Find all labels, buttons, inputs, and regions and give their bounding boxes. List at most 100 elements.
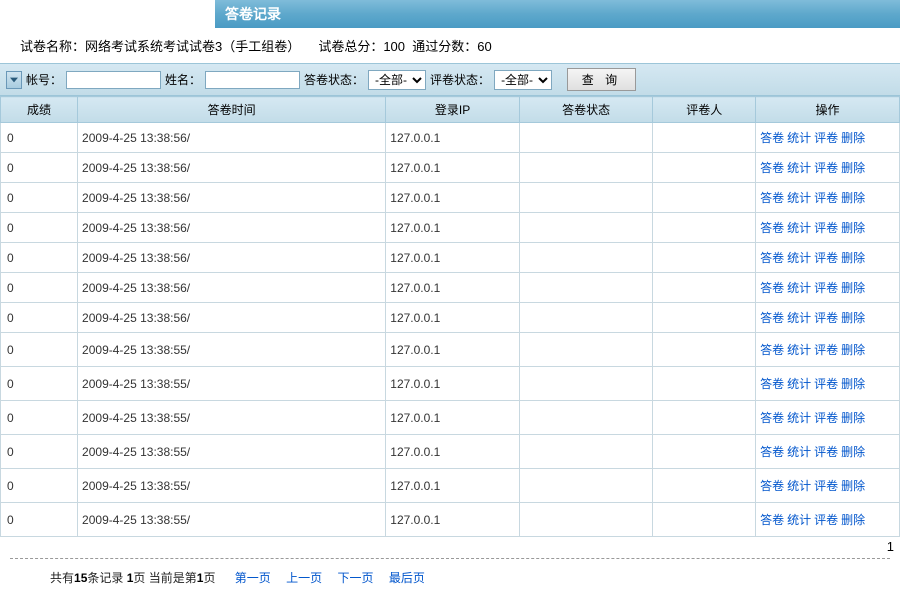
op-stat[interactable]: 统计: [787, 343, 811, 357]
op-answer[interactable]: 答卷: [760, 191, 784, 205]
col-ip: 登录IP: [386, 97, 520, 123]
op-grade[interactable]: 评卷: [814, 131, 838, 145]
col-grader: 评卷人: [653, 97, 756, 123]
pager-count: 15: [74, 571, 87, 585]
op-grade[interactable]: 评卷: [814, 161, 838, 175]
pager-right-num: 1: [887, 539, 894, 554]
paper-label: 试卷名称：: [20, 39, 85, 54]
cell-score: 0: [1, 213, 78, 243]
op-del[interactable]: 删除: [841, 445, 865, 459]
op-stat[interactable]: 统计: [787, 131, 811, 145]
op-stat[interactable]: 统计: [787, 221, 811, 235]
cell-op: 答卷统计评卷删除: [756, 401, 900, 435]
cell-score: 0: [1, 503, 78, 537]
op-grade[interactable]: 评卷: [814, 251, 838, 265]
op-grade[interactable]: 评卷: [814, 281, 838, 295]
pass-value: 60: [477, 39, 491, 54]
table-row: 02009-4-25 13:38:56/127.0.0.1答卷统计评卷删除: [1, 153, 900, 183]
table-row: 02009-4-25 13:38:55/127.0.0.1答卷统计评卷删除: [1, 469, 900, 503]
op-del[interactable]: 删除: [841, 251, 865, 265]
op-answer[interactable]: 答卷: [760, 479, 784, 493]
cell-op: 答卷统计评卷删除: [756, 273, 900, 303]
op-del[interactable]: 删除: [841, 221, 865, 235]
op-del[interactable]: 删除: [841, 311, 865, 325]
table-row: 02009-4-25 13:38:56/127.0.0.1答卷统计评卷删除: [1, 123, 900, 153]
cell-status: [519, 183, 653, 213]
op-answer[interactable]: 答卷: [760, 445, 784, 459]
op-del[interactable]: 删除: [841, 131, 865, 145]
op-grade[interactable]: 评卷: [814, 343, 838, 357]
op-del[interactable]: 删除: [841, 281, 865, 295]
op-stat[interactable]: 统计: [787, 251, 811, 265]
cell-grader: [653, 503, 756, 537]
op-stat[interactable]: 统计: [787, 281, 811, 295]
table-row: 02009-4-25 13:38:55/127.0.0.1答卷统计评卷删除: [1, 435, 900, 469]
pager-first[interactable]: 第一页: [235, 571, 271, 585]
op-stat[interactable]: 统计: [787, 191, 811, 205]
op-answer[interactable]: 答卷: [760, 281, 784, 295]
op-del[interactable]: 删除: [841, 377, 865, 391]
op-del[interactable]: 删除: [841, 513, 865, 527]
op-del[interactable]: 删除: [841, 479, 865, 493]
query-button[interactable]: 查 询: [567, 68, 636, 91]
op-answer[interactable]: 答卷: [760, 161, 784, 175]
cell-time: 2009-4-25 13:38:55/: [78, 367, 386, 401]
op-grade[interactable]: 评卷: [814, 479, 838, 493]
op-stat[interactable]: 统计: [787, 311, 811, 325]
op-grade[interactable]: 评卷: [814, 445, 838, 459]
op-stat[interactable]: 统计: [787, 513, 811, 527]
op-answer[interactable]: 答卷: [760, 311, 784, 325]
op-stat[interactable]: 统计: [787, 411, 811, 425]
op-stat[interactable]: 统计: [787, 479, 811, 493]
total-value: 100: [383, 39, 405, 54]
op-grade[interactable]: 评卷: [814, 513, 838, 527]
info-bar: 试卷名称：网络考试系统考试试卷3（手工组卷） 试卷总分：100 通过分数：60: [0, 28, 900, 63]
cell-time: 2009-4-25 13:38:56/: [78, 123, 386, 153]
op-grade[interactable]: 评卷: [814, 191, 838, 205]
op-answer[interactable]: 答卷: [760, 343, 784, 357]
op-grade[interactable]: 评卷: [814, 311, 838, 325]
op-del[interactable]: 删除: [841, 411, 865, 425]
cell-grader: [653, 243, 756, 273]
pager-prev[interactable]: 上一页: [286, 571, 322, 585]
op-stat[interactable]: 统计: [787, 161, 811, 175]
op-del[interactable]: 删除: [841, 343, 865, 357]
cell-grader: [653, 183, 756, 213]
pager-last[interactable]: 最后页: [389, 571, 425, 585]
op-grade[interactable]: 评卷: [814, 221, 838, 235]
cell-time: 2009-4-25 13:38:56/: [78, 213, 386, 243]
op-answer[interactable]: 答卷: [760, 131, 784, 145]
name-input[interactable]: [205, 71, 300, 89]
cell-status: [519, 243, 653, 273]
cell-ip: 127.0.0.1: [386, 183, 520, 213]
op-answer[interactable]: 答卷: [760, 251, 784, 265]
op-stat[interactable]: 统计: [787, 445, 811, 459]
op-del[interactable]: 删除: [841, 161, 865, 175]
op-answer[interactable]: 答卷: [760, 221, 784, 235]
op-answer[interactable]: 答卷: [760, 411, 784, 425]
op-answer[interactable]: 答卷: [760, 377, 784, 391]
answer-status-select[interactable]: -全部-: [368, 70, 426, 90]
op-grade[interactable]: 评卷: [814, 411, 838, 425]
chevron-down-icon[interactable]: [6, 71, 22, 89]
cell-time: 2009-4-25 13:38:55/: [78, 503, 386, 537]
cell-status: [519, 213, 653, 243]
grade-status-select[interactable]: -全部-: [494, 70, 552, 90]
op-del[interactable]: 删除: [841, 191, 865, 205]
table-row: 02009-4-25 13:38:55/127.0.0.1答卷统计评卷删除: [1, 333, 900, 367]
table-row: 02009-4-25 13:38:56/127.0.0.1答卷统计评卷删除: [1, 243, 900, 273]
cell-grader: [653, 303, 756, 333]
cell-op: 答卷统计评卷删除: [756, 243, 900, 273]
op-stat[interactable]: 统计: [787, 377, 811, 391]
cell-ip: 127.0.0.1: [386, 273, 520, 303]
account-input[interactable]: [66, 71, 161, 89]
pager-next[interactable]: 下一页: [338, 571, 374, 585]
table-row: 02009-4-25 13:38:56/127.0.0.1答卷统计评卷删除: [1, 273, 900, 303]
cell-status: [519, 503, 653, 537]
table-row: 02009-4-25 13:38:55/127.0.0.1答卷统计评卷删除: [1, 367, 900, 401]
cell-grader: [653, 153, 756, 183]
cell-grader: [653, 123, 756, 153]
op-answer[interactable]: 答卷: [760, 513, 784, 527]
op-grade[interactable]: 评卷: [814, 377, 838, 391]
cell-score: 0: [1, 243, 78, 273]
